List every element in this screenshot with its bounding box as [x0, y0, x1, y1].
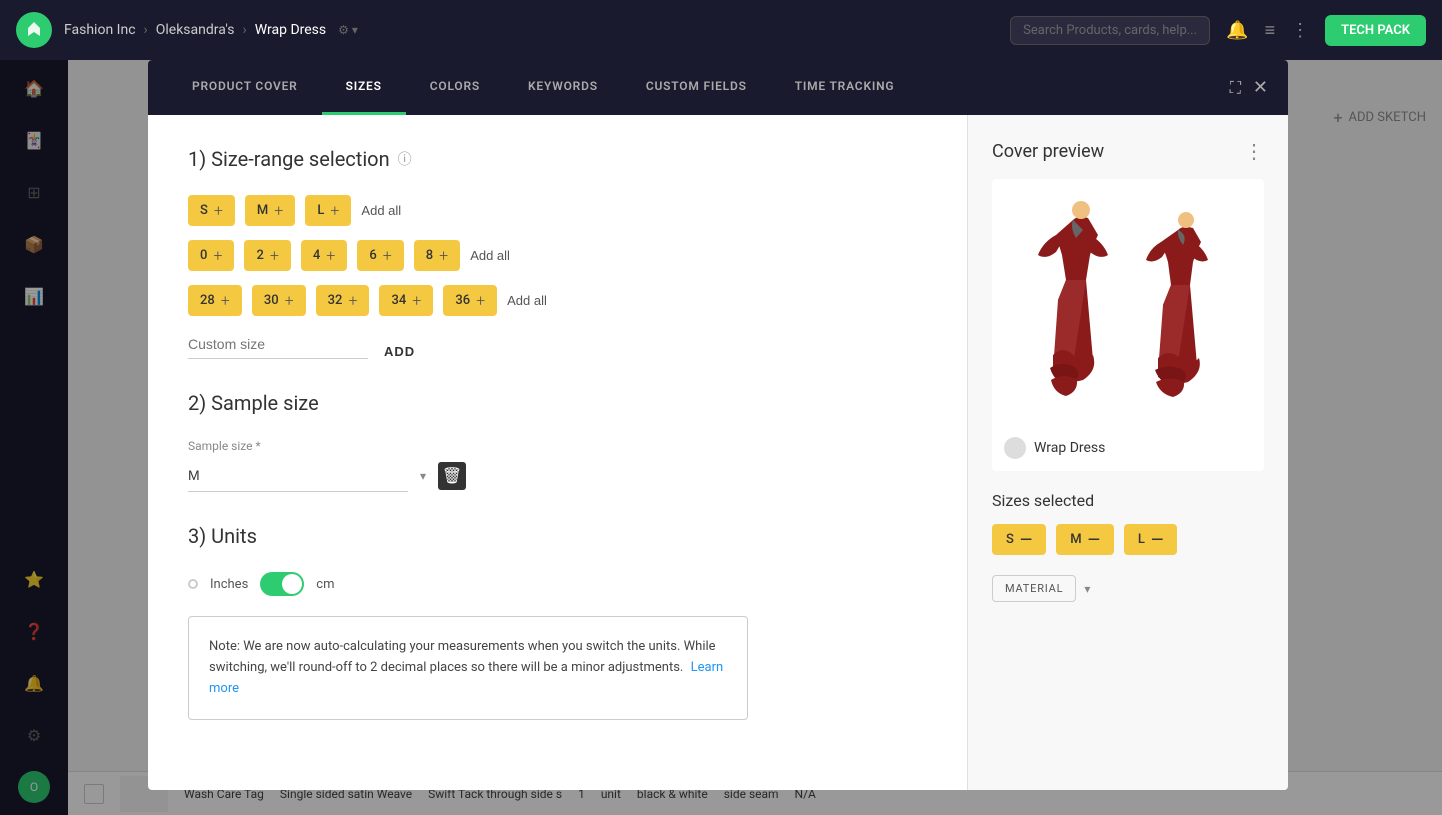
section2-title-text: 2) Sample size — [188, 391, 319, 415]
size-row-numeric-large: 28+ 30+ 32+ 34+ 36+ Add all — [188, 285, 927, 316]
product-name-row: Wrap Dress — [1004, 437, 1105, 459]
tab-keywords[interactable]: KEYWORDS — [504, 60, 622, 115]
tab-time-tracking[interactable]: TIME TRACKING — [771, 60, 919, 115]
size-row-numeric-small: 0+ 2+ 4+ 6+ 8+ Add all — [188, 240, 927, 271]
breadcrumb-person[interactable]: Oleksandra's — [156, 22, 235, 38]
search-placeholder: Search Products, cards, help... — [1023, 23, 1197, 38]
breadcrumb-company[interactable]: Fashion Inc — [64, 22, 136, 38]
menu-icon[interactable]: ≡ — [1265, 20, 1276, 41]
cover-preview-header: Cover preview ⋮ — [992, 139, 1264, 163]
add-sketch-button[interactable]: + ADD SKETCH — [1333, 108, 1426, 127]
sample-select-row: M S L ▾ 🗑 — [188, 459, 927, 492]
size-chip-2[interactable]: 2+ — [244, 240, 290, 271]
add-all-sml-button[interactable]: Add all — [361, 203, 401, 218]
units-note-box: Note: We are now auto-calculating your m… — [188, 616, 748, 720]
units-toggle-row: Inches cm — [188, 572, 927, 596]
product-image-container: Wrap Dress — [992, 179, 1264, 471]
section1-title: 1) Size-range selection ⓘ — [188, 147, 927, 171]
custom-size-row: ADD — [188, 330, 927, 359]
size-chip-6[interactable]: 6+ — [357, 240, 403, 271]
size-chip-32[interactable]: 32+ — [316, 285, 370, 316]
dress-illustration — [1008, 195, 1248, 455]
size-chip-m[interactable]: M+ — [245, 195, 295, 226]
modal-right-panel: Cover preview ⋮ — [968, 115, 1288, 790]
size-chip-0[interactable]: 0+ — [188, 240, 234, 271]
size-chip-s[interactable]: S+ — [188, 195, 235, 226]
cover-preview-menu-icon[interactable]: ⋮ — [1244, 139, 1264, 163]
section2-title: 2) Sample size — [188, 391, 927, 415]
size-chip-l[interactable]: L+ — [305, 195, 351, 226]
sizes-selected-title: Sizes selected — [992, 491, 1264, 510]
units-toggle[interactable] — [260, 572, 304, 596]
radio-icon — [188, 579, 198, 589]
modal-body: 1) Size-range selection ⓘ S+ M+ L+ Add a… — [148, 115, 1288, 790]
section3-title: 3) Units — [188, 524, 927, 548]
note-text: Note: We are now auto-calculating your m… — [209, 639, 716, 675]
modal-controls: ⛶ ✕ — [1230, 77, 1268, 98]
breadcrumb-product[interactable]: Wrap Dress — [255, 22, 326, 38]
cover-preview-title: Cover preview — [992, 141, 1104, 162]
cm-label: cm — [316, 577, 334, 592]
section3-title-text: 3) Units — [188, 524, 257, 548]
custom-add-button[interactable]: ADD — [384, 344, 415, 359]
product-color-dot — [1004, 437, 1026, 459]
selected-chips-row: S— M— L— — [992, 524, 1264, 555]
info-icon[interactable]: ⓘ — [398, 149, 412, 169]
tab-colors[interactable]: COLORS — [406, 60, 504, 115]
product-name: Wrap Dress — [1034, 440, 1105, 456]
modal-tabs: PRODUCT COVER SIZES COLORS KEYWORDS CUST… — [148, 60, 1288, 115]
dropdown-arrow-icon: ▾ — [1084, 582, 1090, 596]
plus-icon: + — [1333, 108, 1342, 127]
modal-left-panel: 1) Size-range selection ⓘ S+ M+ L+ Add a… — [148, 115, 968, 790]
tab-custom-fields[interactable]: CUSTOM FIELDS — [622, 60, 771, 115]
toggle-knob — [282, 574, 302, 594]
tab-product-cover[interactable]: PRODUCT COVER — [168, 60, 322, 115]
modal: PRODUCT COVER SIZES COLORS KEYWORDS CUST… — [148, 60, 1288, 790]
size-row-sml: S+ M+ L+ Add all — [188, 195, 927, 226]
section1-title-text: 1) Size-range selection — [188, 147, 390, 171]
selected-chip-l[interactable]: L— — [1124, 524, 1177, 555]
selected-chip-m[interactable]: M— — [1056, 524, 1114, 555]
size-chip-28[interactable]: 28+ — [188, 285, 242, 316]
delete-sample-button[interactable]: 🗑 — [438, 462, 466, 490]
close-icon[interactable]: ✕ — [1253, 77, 1268, 98]
add-all-numeric-large-button[interactable]: Add all — [507, 293, 547, 308]
size-chip-34[interactable]: 34+ — [379, 285, 433, 316]
top-bar-icons: 🔔 ≡ ⋮ — [1226, 20, 1309, 41]
custom-size-input[interactable] — [188, 330, 368, 359]
app-logo — [16, 12, 52, 48]
sample-size-select[interactable]: M S L — [188, 459, 408, 492]
top-bar: Fashion Inc › Oleksandra's › Wrap Dress … — [0, 0, 1442, 60]
selected-chip-s[interactable]: S— — [992, 524, 1046, 555]
size-chip-8[interactable]: 8+ — [414, 240, 460, 271]
notification-icon[interactable]: 🔔 — [1226, 20, 1248, 41]
material-dropdown[interactable]: MATERIAL — [992, 575, 1076, 602]
size-chip-30[interactable]: 30+ — [252, 285, 306, 316]
more-icon[interactable]: ⋮ — [1291, 20, 1309, 41]
expand-icon[interactable]: ⛶ — [1230, 78, 1241, 98]
size-chip-4[interactable]: 4+ — [301, 240, 347, 271]
add-all-numeric-small-button[interactable]: Add all — [470, 248, 510, 263]
sample-size-label: Sample size * — [188, 439, 927, 453]
material-section: MATERIAL ▾ — [992, 575, 1264, 602]
chevron-down-icon: ▾ — [420, 469, 426, 483]
units-section: 3) Units Inches cm Note: We are now auto… — [188, 524, 927, 720]
breadcrumb: Fashion Inc › Oleksandra's › Wrap Dress … — [64, 22, 358, 38]
tab-sizes[interactable]: SIZES — [322, 60, 406, 115]
tech-pack-button[interactable]: TECH PACK — [1325, 15, 1426, 46]
search-input[interactable]: Search Products, cards, help... — [1010, 16, 1210, 45]
inches-label: Inches — [210, 577, 248, 592]
add-sketch-label: ADD SKETCH — [1349, 110, 1426, 125]
size-chip-36[interactable]: 36+ — [443, 285, 497, 316]
sample-size-section: 2) Sample size Sample size * M S L ▾ 🗑 — [188, 391, 927, 492]
